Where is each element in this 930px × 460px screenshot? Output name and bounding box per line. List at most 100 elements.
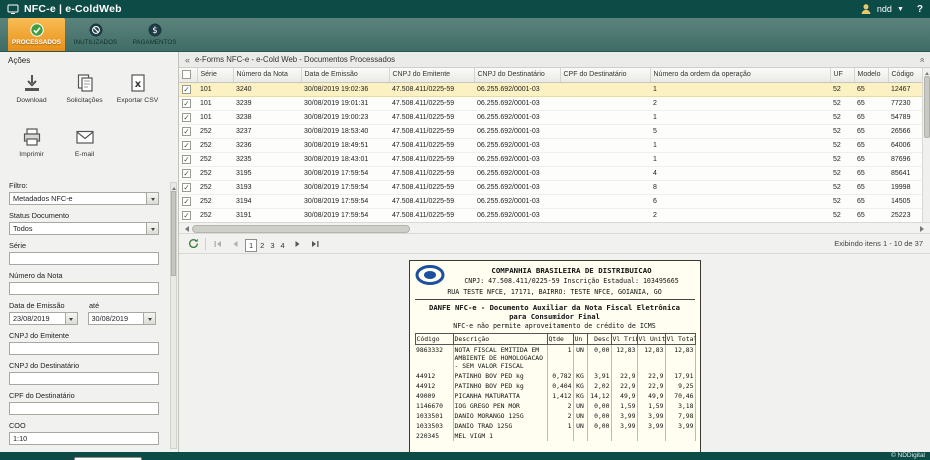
scrollbar-thumb[interactable]	[924, 76, 930, 138]
horizontal-scrollbar[interactable]	[179, 222, 930, 234]
grid-cell: 52	[830, 152, 854, 166]
select-all-header[interactable]	[179, 68, 197, 82]
prev-page-button[interactable]	[228, 237, 242, 251]
user-menu[interactable]: ndd	[877, 4, 892, 14]
vertical-scrollbar[interactable]	[922, 68, 930, 222]
tab-inutilizados[interactable]: INUTILIZADOS	[67, 18, 124, 51]
column-header[interactable]: CNPJ do Emitente	[389, 68, 474, 82]
grid-cell: 30/08/2019 17:59:54	[301, 194, 389, 208]
scroll-up-arrow[interactable]	[925, 70, 929, 75]
email-button[interactable]: E-mail	[58, 121, 111, 173]
first-page-button[interactable]	[211, 237, 225, 251]
checkbox-checked-icon[interactable]: ✓	[182, 85, 191, 94]
column-header[interactable]: Data de Emissão	[301, 68, 389, 82]
next-page-button[interactable]	[291, 237, 305, 251]
table-row[interactable]: ✓252319330/08/2019 17:59:5447.508.411/02…	[179, 180, 922, 194]
column-header[interactable]: CPF do Destinatário	[560, 68, 650, 82]
grid-cell: 65	[854, 82, 888, 96]
download-button[interactable]: Download	[5, 67, 58, 119]
numero-nota-input[interactable]	[9, 282, 159, 295]
tab-label: PAGAMENTOS	[133, 39, 177, 46]
row-select-cell[interactable]: ✓	[179, 138, 197, 152]
chevron-down-icon[interactable]	[146, 223, 158, 234]
page-button-3[interactable]: 3	[267, 240, 277, 251]
grid-cell: 64006	[888, 138, 922, 152]
checkbox-checked-icon[interactable]: ✓	[182, 211, 191, 220]
checkbox-checked-icon[interactable]: ✓	[182, 141, 191, 150]
column-header[interactable]: Série	[197, 68, 233, 82]
scroll-right-arrow[interactable]	[920, 226, 927, 232]
grid-cell: 252	[197, 152, 233, 166]
checkbox-checked-icon[interactable]: ✓	[182, 113, 191, 122]
chevron-down-icon[interactable]	[146, 193, 158, 204]
column-header[interactable]: Número da ordem da operação	[650, 68, 830, 82]
sidebar-scrollbar[interactable]	[170, 182, 177, 449]
page-button-1[interactable]: 1	[245, 239, 257, 252]
table-row[interactable]: ✓101323830/08/2019 19:00:2347.508.411/02…	[179, 110, 922, 124]
cpf-destinatario-input[interactable]	[9, 402, 159, 415]
grid-cell: 47.508.411/0225-59	[389, 194, 474, 208]
scrollbar-thumb[interactable]	[171, 191, 176, 276]
column-header[interactable]: CNPJ do Destinatário	[474, 68, 560, 82]
help-icon[interactable]: ?	[917, 4, 923, 15]
collapse-sidebar-icon[interactable]: «	[185, 55, 190, 65]
row-select-cell[interactable]: ✓	[179, 166, 197, 180]
grid-cell: 52	[830, 124, 854, 138]
checkbox-checked-icon[interactable]: ✓	[182, 183, 191, 192]
row-select-cell[interactable]: ✓	[179, 110, 197, 124]
scrollbar-thumb[interactable]	[192, 225, 410, 233]
exportar-csv-button[interactable]: x Exportar CSV	[111, 67, 164, 119]
data-inicio-select[interactable]: 23/08/2019	[9, 312, 78, 325]
row-select-cell[interactable]: ✓	[179, 96, 197, 110]
table-row[interactable]: ✓252319430/08/2019 17:59:5447.508.411/02…	[179, 194, 922, 208]
checkbox-checked-icon[interactable]: ✓	[182, 197, 191, 206]
table-row[interactable]: ✓252323530/08/2019 18:43:0147.508.411/02…	[179, 152, 922, 166]
column-header[interactable]: UF	[830, 68, 854, 82]
checkbox-checked-icon[interactable]: ✓	[182, 155, 191, 164]
row-select-cell[interactable]: ✓	[179, 152, 197, 166]
table-row[interactable]: ✓252323630/08/2019 18:49:5147.508.411/02…	[179, 138, 922, 152]
row-select-cell[interactable]: ✓	[179, 124, 197, 138]
coo-input[interactable]	[9, 432, 159, 445]
ate-label: até	[89, 301, 99, 310]
cnpj-destinatario-input[interactable]	[9, 372, 159, 385]
serie-input[interactable]	[9, 252, 159, 265]
refresh-button[interactable]	[186, 237, 200, 251]
scroll-left-arrow[interactable]	[182, 226, 189, 232]
checkbox-checked-icon[interactable]: ✓	[182, 127, 191, 136]
cnpj-emitente-input[interactable]	[9, 342, 159, 355]
actions-grid: Download Solicitações x Exportar CSV	[0, 66, 172, 174]
row-select-cell[interactable]: ✓	[179, 180, 197, 194]
checkbox-checked-icon[interactable]: ✓	[182, 169, 191, 178]
checkbox-checked-icon[interactable]: ✓	[182, 99, 191, 108]
table-row[interactable]: ✓101324030/08/2019 19:02:3647.508.411/02…	[179, 82, 922, 96]
collapse-panel-icon[interactable]: »	[916, 57, 926, 62]
row-select-cell[interactable]: ✓	[179, 82, 197, 96]
table-row[interactable]: ✓252319530/08/2019 17:59:5447.508.411/02…	[179, 166, 922, 180]
page-button-4[interactable]: 4	[278, 240, 288, 251]
column-header[interactable]: Modelo	[854, 68, 888, 82]
table-row[interactable]: ✓252319130/08/2019 17:59:5447.508.411/02…	[179, 208, 922, 222]
chevron-down-icon[interactable]: ▼	[897, 6, 904, 13]
row-select-cell[interactable]: ✓	[179, 194, 197, 208]
chevron-down-icon[interactable]	[143, 313, 155, 324]
tab-processados[interactable]: PROCESSADOS	[8, 18, 65, 51]
data-fim-select[interactable]: 30/08/2019	[88, 312, 157, 325]
imprimir-button[interactable]: Imprimir	[5, 121, 58, 173]
metadata-select[interactable]: Metadados NFC-e	[9, 192, 159, 205]
solicitacoes-button[interactable]: Solicitações	[58, 67, 111, 119]
table-row[interactable]: ✓101323930/08/2019 19:01:3147.508.411/02…	[179, 96, 922, 110]
checkbox-icon[interactable]	[182, 70, 191, 79]
chevron-down-icon[interactable]	[65, 313, 77, 324]
column-header[interactable]: Código	[888, 68, 922, 82]
last-page-button[interactable]	[308, 237, 322, 251]
page-button-2[interactable]: 2	[257, 240, 267, 251]
status-select[interactable]: Todos	[9, 222, 159, 235]
tab-pagamentos[interactable]: $ PAGAMENTOS	[126, 18, 183, 51]
receipt-cell: 2	[547, 401, 573, 411]
row-select-cell[interactable]: ✓	[179, 208, 197, 222]
table-row[interactable]: ✓252323730/08/2019 18:53:4047.508.411/02…	[179, 124, 922, 138]
column-header[interactable]: Número da Nota	[233, 68, 301, 82]
scroll-up-arrow[interactable]	[172, 185, 176, 190]
serie-label: Série	[9, 241, 156, 250]
